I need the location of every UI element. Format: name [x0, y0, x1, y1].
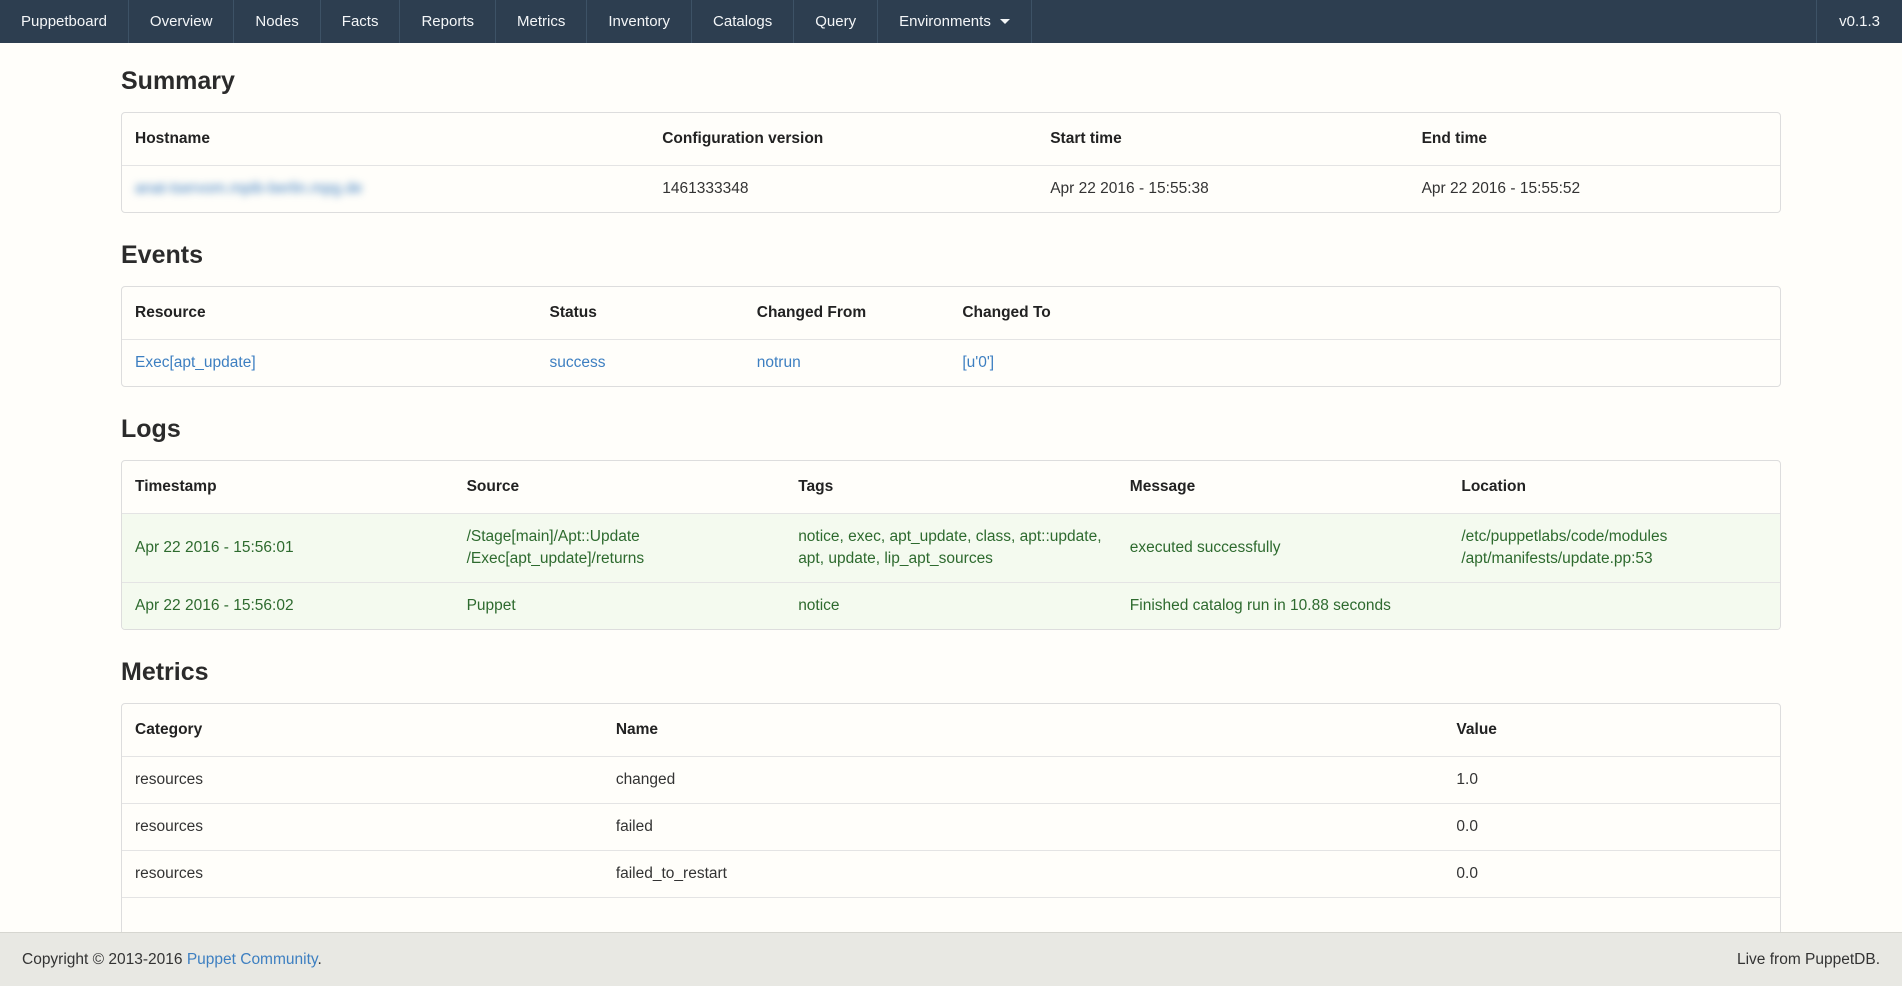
metric-row: resources failed 0.0 [122, 803, 1780, 850]
top-navbar: Puppetboard Overview Nodes Facts Reports… [0, 0, 1902, 43]
metric-category-cell: resources [122, 803, 603, 850]
puppet-community-link[interactable]: Puppet Community [187, 951, 318, 968]
copyright-text: Copyright © 2013-2016 Puppet Community. [22, 951, 322, 969]
summary-heading: Summary [121, 69, 1781, 94]
summary-row: anat-tservom.mpib-berlin.mpg.de 14613333… [122, 165, 1780, 212]
column-header-configuration-version: Configuration version [649, 113, 1037, 165]
copyright-prefix: Copyright © 2013-2016 [22, 951, 187, 968]
column-header-resource: Resource [122, 287, 537, 339]
metric-row: resources failed_to_restart 0.0 [122, 850, 1780, 897]
nav-dropdown-environments[interactable]: Environments [878, 0, 1032, 43]
log-message-cell: executed successfully [1117, 513, 1449, 582]
version-badge: v0.1.3 [1816, 0, 1902, 43]
nav-item-inventory[interactable]: Inventory [587, 0, 692, 43]
events-heading: Events [121, 243, 1781, 268]
log-tags-cell: notice [785, 582, 1117, 629]
metrics-header-row: Category Name Value [122, 704, 1780, 756]
hostname-link[interactable]: anat-tservom.mpib-berlin.mpg.de [135, 180, 362, 197]
column-header-tags: Tags [785, 461, 1117, 513]
metric-category-cell: resources [122, 850, 603, 897]
events-table: Resource Status Changed From Changed To … [121, 286, 1781, 387]
changed-to-link[interactable]: [u'0'] [962, 354, 994, 371]
column-header-value: Value [1443, 704, 1780, 756]
page-footer: Copyright © 2013-2016 Puppet Community. … [0, 932, 1902, 986]
column-header-changed-from: Changed From [744, 287, 950, 339]
events-header-row: Resource Status Changed From Changed To [122, 287, 1780, 339]
metric-name-cell: changed [603, 756, 1444, 803]
resource-link[interactable]: Exec[apt_update] [135, 354, 256, 371]
status-link[interactable]: success [550, 354, 606, 371]
column-header-category: Category [122, 704, 603, 756]
start-time-cell: Apr 22 2016 - 15:55:38 [1037, 165, 1408, 212]
main-content: Summary Hostname Configuration version S… [121, 69, 1781, 953]
navbar-brand[interactable]: Puppetboard [0, 0, 129, 43]
column-header-name: Name [603, 704, 1444, 756]
changed-to-cell: [u'0'] [949, 339, 1780, 386]
metrics-heading: Metrics [121, 660, 1781, 685]
log-location-cell [1448, 582, 1780, 629]
nav-item-metrics[interactable]: Metrics [496, 0, 587, 43]
metric-name-cell: failed [603, 803, 1444, 850]
changed-from-link[interactable]: notrun [757, 354, 801, 371]
event-row: Exec[apt_update] success notrun [u'0'] [122, 339, 1780, 386]
log-row: Apr 22 2016 - 15:56:01 /Stage[main]/Apt:… [122, 513, 1780, 582]
summary-header-row: Hostname Configuration version Start tim… [122, 113, 1780, 165]
metric-value-cell: 1.0 [1443, 756, 1780, 803]
metrics-table: Category Name Value resources changed 1.… [121, 703, 1781, 953]
nav-item-query[interactable]: Query [794, 0, 878, 43]
summary-table: Hostname Configuration version Start tim… [121, 112, 1781, 213]
resource-cell: Exec[apt_update] [122, 339, 537, 386]
metric-name-cell: failed_to_restart [603, 850, 1444, 897]
log-timestamp-cell: Apr 22 2016 - 15:56:01 [122, 513, 454, 582]
chevron-down-icon [1000, 19, 1010, 24]
column-header-end-time: End time [1409, 113, 1780, 165]
metric-row: resources changed 1.0 [122, 756, 1780, 803]
column-header-start-time: Start time [1037, 113, 1408, 165]
log-message-cell: Finished catalog run in 10.88 seconds [1117, 582, 1449, 629]
log-timestamp-cell: Apr 22 2016 - 15:56:02 [122, 582, 454, 629]
log-location-cell: /etc/puppetlabs/code/modules /apt/manife… [1448, 513, 1780, 582]
logs-heading: Logs [121, 417, 1781, 442]
log-row: Apr 22 2016 - 15:56:02 Puppet notice Fin… [122, 582, 1780, 629]
column-header-location: Location [1448, 461, 1780, 513]
column-header-timestamp: Timestamp [122, 461, 454, 513]
column-header-source: Source [454, 461, 786, 513]
log-source-cell: /Stage[main]/Apt::Update /Exec[apt_updat… [454, 513, 786, 582]
changed-from-cell: notrun [744, 339, 950, 386]
column-header-changed-to: Changed To [949, 287, 1780, 339]
end-time-cell: Apr 22 2016 - 15:55:52 [1409, 165, 1780, 212]
nav-item-overview[interactable]: Overview [129, 0, 235, 43]
metric-value-cell: 0.0 [1443, 803, 1780, 850]
logs-table: Timestamp Source Tags Message Location A… [121, 460, 1781, 630]
log-source-cell: Puppet [454, 582, 786, 629]
nav-item-catalogs[interactable]: Catalogs [692, 0, 794, 43]
nav-item-facts[interactable]: Facts [321, 0, 401, 43]
hostname-cell: anat-tservom.mpib-berlin.mpg.de [122, 165, 649, 212]
copyright-suffix: . [317, 951, 321, 968]
log-tags-cell: notice, exec, apt_update, class, apt::up… [785, 513, 1117, 582]
column-header-hostname: Hostname [122, 113, 649, 165]
logs-header-row: Timestamp Source Tags Message Location [122, 461, 1780, 513]
metric-value-cell: 0.0 [1443, 850, 1780, 897]
column-header-status: Status [537, 287, 744, 339]
configuration-version-cell: 1461333348 [649, 165, 1037, 212]
nav-item-reports[interactable]: Reports [400, 0, 496, 43]
navbar-spacer [1032, 0, 1816, 43]
puppetdb-status-text: Live from PuppetDB. [1737, 951, 1880, 969]
column-header-message: Message [1117, 461, 1449, 513]
status-cell: success [537, 339, 744, 386]
metric-category-cell: resources [122, 756, 603, 803]
environments-label: Environments [899, 13, 991, 30]
nav-item-nodes[interactable]: Nodes [234, 0, 320, 43]
